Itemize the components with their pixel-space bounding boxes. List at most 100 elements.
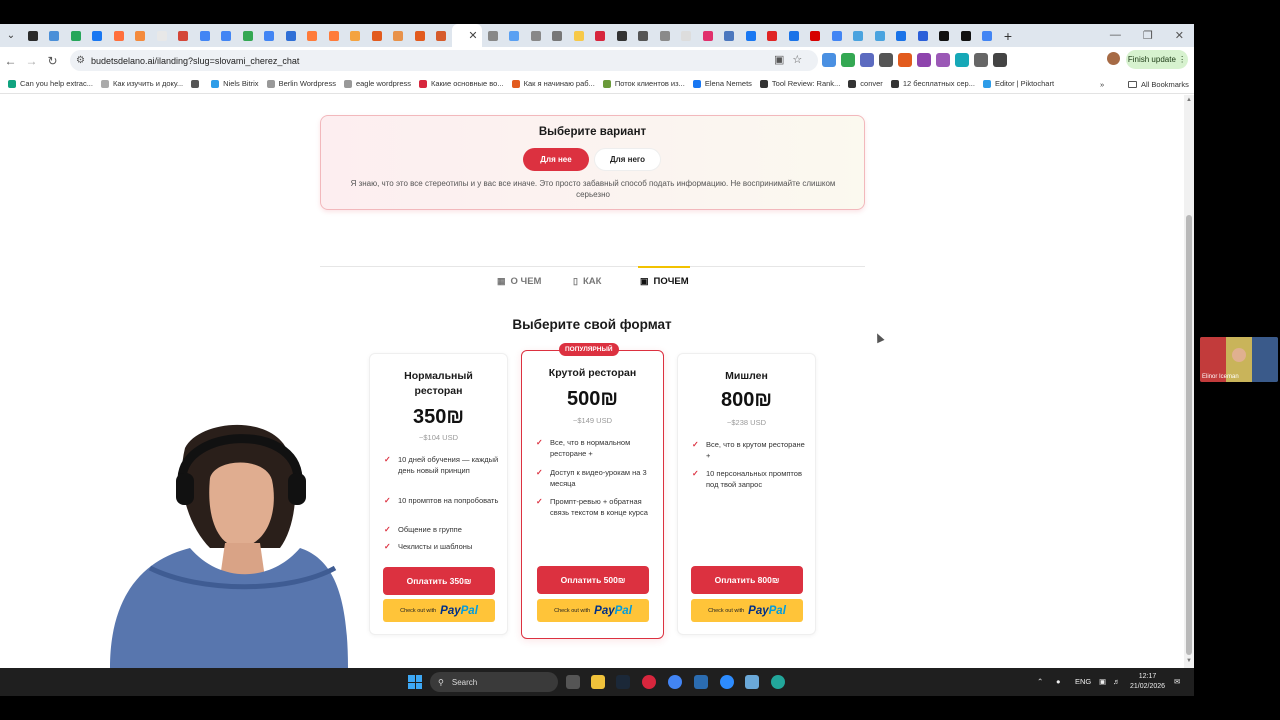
browser-tab[interactable] (151, 24, 173, 47)
browser-tab[interactable] (848, 24, 870, 47)
bookmark-item[interactable]: 12 бесплатных сер... (890, 79, 975, 88)
browser-tab[interactable] (280, 24, 302, 47)
bookmark-star-icon[interactable]: ☆ (792, 53, 802, 66)
browser-tab[interactable] (676, 24, 698, 47)
extension-icon[interactable] (879, 53, 893, 67)
browser-tab[interactable] (826, 24, 848, 47)
option-him-button[interactable]: Для него (594, 148, 661, 171)
back-arrow-icon[interactable]: ← (0, 54, 21, 68)
bookmarks-overflow-icon[interactable]: » (1100, 80, 1104, 89)
app-c-icon[interactable] (771, 675, 785, 689)
file-explorer-icon[interactable] (591, 675, 605, 689)
browser-tab[interactable] (891, 24, 913, 47)
bookmark-item[interactable]: Elena Nemets (692, 79, 752, 88)
bookmark-item[interactable]: Can you help extrac... (8, 79, 93, 88)
scroll-down-arrow-icon[interactable]: ▼ (1186, 658, 1192, 664)
browser-tab[interactable] (22, 24, 44, 47)
extension-icon[interactable] (860, 53, 874, 67)
browser-tab[interactable] (525, 24, 547, 47)
bookmark-item[interactable]: Editor | Piktochart (982, 79, 1054, 88)
taskbar-search[interactable]: ⚲ Search (430, 672, 558, 692)
zoom-icon[interactable] (720, 675, 734, 689)
pay-350-button[interactable]: Оплатить 350₪ (383, 567, 495, 595)
browser-tab[interactable] (65, 24, 87, 47)
extension-icon[interactable] (917, 53, 931, 67)
install-app-icon[interactable]: ▣ (774, 53, 784, 66)
notification-icon[interactable]: ✉ (1174, 677, 1180, 686)
windows-start-icon[interactable] (408, 675, 422, 689)
browser-tab[interactable] (44, 24, 66, 47)
profile-avatar[interactable] (1107, 52, 1120, 65)
browser-tab[interactable] (173, 24, 195, 47)
bookmark-item[interactable]: Tool Review: Rank... (759, 79, 840, 88)
option-her-button[interactable]: Для нее (523, 148, 589, 171)
remote-desktop-icon[interactable] (694, 675, 708, 689)
browser-tab[interactable] (934, 24, 956, 47)
browser-tab[interactable] (108, 24, 130, 47)
bookmark-item[interactable]: Niels Bitrix (211, 79, 259, 88)
extension-icon[interactable] (974, 53, 988, 67)
language-indicator[interactable]: ENG (1075, 677, 1091, 686)
browser-tab[interactable] (977, 24, 999, 47)
browser-tab[interactable] (366, 24, 388, 47)
browser-tab[interactable] (869, 24, 891, 47)
browser-tab[interactable] (740, 24, 762, 47)
bookmark-item[interactable]: Berlin Wordpress (266, 79, 336, 88)
browser-tab[interactable] (409, 24, 431, 47)
browser-tab[interactable] (345, 24, 367, 47)
browser-tab[interactable] (216, 24, 238, 47)
forward-arrow-icon[interactable]: → (21, 54, 42, 68)
browser-tab[interactable] (87, 24, 109, 47)
new-tab-plus-icon[interactable]: + (998, 28, 1018, 44)
task-view-icon[interactable] (566, 675, 580, 689)
extension-icon[interactable] (936, 53, 950, 67)
browser-tab[interactable] (547, 24, 569, 47)
tab-search-chevron-icon[interactable]: ⌄ (0, 24, 22, 47)
extension-icon[interactable] (993, 53, 1007, 67)
pay-500-button[interactable]: Оплатить 500₪ (537, 566, 649, 594)
browser-tab[interactable] (259, 24, 281, 47)
extension-icon[interactable] (822, 53, 836, 67)
browser-tab[interactable] (504, 24, 526, 47)
browser-tab[interactable] (237, 24, 259, 47)
extension-icon[interactable] (898, 53, 912, 67)
restore-icon[interactable]: ❐ (1143, 29, 1153, 42)
paypal-checkout-button[interactable]: Check out with PayPal (383, 599, 495, 622)
browser-tab[interactable] (568, 24, 590, 47)
scrollbar-thumb[interactable] (1186, 215, 1192, 655)
tab-kak[interactable]: ▯ КАК (573, 276, 601, 287)
tab-o-chem[interactable]: ▦ О ЧЕМ (497, 276, 541, 287)
browser-tab[interactable] (697, 24, 719, 47)
chrome-icon[interactable] (668, 675, 682, 689)
paypal-checkout-button[interactable]: Check out with PayPal (537, 599, 649, 622)
network-icon[interactable]: ▣ (1099, 677, 1106, 686)
tab-pochem[interactable]: ▣ ПОЧЕМ (640, 276, 689, 287)
bookmark-item[interactable]: Поток клиентов из... (602, 79, 685, 88)
browser-tab[interactable] (719, 24, 741, 47)
browser-tab[interactable] (611, 24, 633, 47)
browser-tab[interactable]: ✕ (452, 24, 482, 47)
browser-tab[interactable] (762, 24, 784, 47)
browser-tab[interactable] (783, 24, 805, 47)
reload-icon[interactable]: ↻ (42, 54, 63, 68)
browser-tab[interactable] (388, 24, 410, 47)
bookmark-item[interactable]: Как я начинаю раб... (511, 79, 595, 88)
volume-icon[interactable]: ♬ (1113, 677, 1121, 686)
opera-icon[interactable] (642, 675, 656, 689)
tab-close-icon[interactable]: ✕ (468, 29, 477, 42)
browser-tab[interactable] (482, 24, 504, 47)
app-window-icon[interactable] (745, 675, 759, 689)
scroll-up-arrow-icon[interactable]: ▲ (1186, 97, 1192, 103)
browser-tab[interactable] (590, 24, 612, 47)
browser-tab[interactable] (194, 24, 216, 47)
browser-tab[interactable] (955, 24, 977, 47)
paypal-checkout-button[interactable]: Check out with PayPal (691, 599, 803, 622)
tray-chevron-up-icon[interactable]: ⌃ (1037, 677, 1043, 686)
pay-800-button[interactable]: Оплатить 800₪ (691, 566, 803, 594)
microphone-icon[interactable]: ● (1056, 677, 1061, 686)
extension-icon[interactable] (955, 53, 969, 67)
extension-icon[interactable] (841, 53, 855, 67)
side-video-thumbnail[interactable]: Elinor Iceman (1200, 337, 1278, 382)
site-info-icon[interactable]: ⚙ (76, 55, 85, 66)
taskbar-clock[interactable]: 12:17 21/02/2026 (1130, 672, 1165, 692)
